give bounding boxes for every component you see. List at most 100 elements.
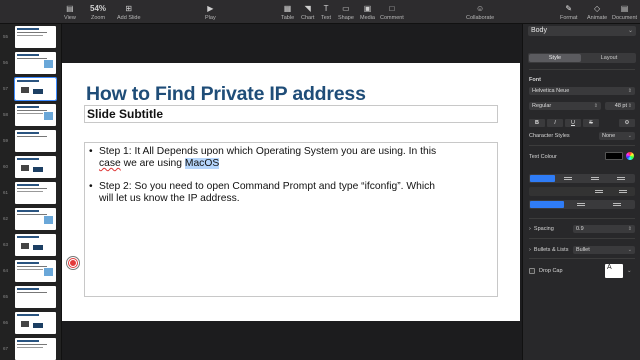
inspector-tabs: Style Layout xyxy=(528,53,636,63)
slide-thumbnail-row[interactable]: 58 xyxy=(0,104,61,126)
slide-thumbnail-row[interactable]: 64 xyxy=(0,260,61,282)
format-button[interactable]: ✎ Format xyxy=(560,3,577,21)
align-top-button[interactable] xyxy=(530,201,564,208)
slide-thumbnail-row[interactable]: 59 xyxy=(0,130,61,152)
slide-thumbnail-row[interactable]: 60 xyxy=(0,156,61,178)
char-styles-select[interactable]: None ⌄ xyxy=(599,132,635,140)
document-button[interactable]: ▤ Document xyxy=(612,3,637,21)
slide-thumbnail-row[interactable]: 57 xyxy=(0,77,61,101)
slide-thumbnail-row[interactable]: 55 xyxy=(0,26,61,48)
view-button[interactable]: ▤ View xyxy=(64,3,76,21)
thumbnail-content xyxy=(17,184,39,186)
underline-button[interactable]: U xyxy=(565,119,581,127)
zoom-value: 54% xyxy=(90,4,107,13)
slide-thumbnail[interactable] xyxy=(15,182,56,204)
text-colour-well[interactable] xyxy=(605,152,623,160)
thumbnail-content xyxy=(33,245,43,250)
tab-style[interactable]: Style xyxy=(529,54,581,62)
paragraph-style-select[interactable]: Body ⌄ xyxy=(528,26,636,36)
keynote-window: ▤ View 54% Zoom ⊞ Add Slide ▶ Play ▦ Tab… xyxy=(0,0,640,360)
slide-thumbnail[interactable] xyxy=(15,234,56,256)
add-slide-button[interactable]: ⊞ Add Slide xyxy=(117,3,141,21)
spacing-select[interactable]: 0.9 ⇕ xyxy=(573,225,635,233)
zoom-control[interactable]: 54% Zoom xyxy=(90,3,106,21)
slide-thumbnail-row[interactable]: 63 xyxy=(0,234,61,256)
bullets-select[interactable]: Bullet ⌄ xyxy=(573,246,635,254)
slide-thumbnail[interactable] xyxy=(15,338,56,360)
font-weight-select[interactable]: Regular ⇕ xyxy=(529,102,601,110)
bold-button[interactable]: B xyxy=(529,119,545,127)
comment-button[interactable]: □ Comment xyxy=(380,3,404,21)
align-right-icon[interactable] xyxy=(591,177,599,180)
body-text-box[interactable]: • Step 1: It All Depends upon which Oper… xyxy=(84,142,498,297)
collaborate-button[interactable]: ☺ Collaborate xyxy=(466,3,494,21)
slide[interactable]: How to Find Private IP address Slide Sub… xyxy=(62,63,520,321)
thumbnail-content xyxy=(44,112,53,120)
slide-thumbnail-row[interactable]: 56 xyxy=(0,52,61,74)
bullets-section[interactable]: › Bullets & Lists xyxy=(529,247,568,253)
media-button[interactable]: ▣ Media xyxy=(360,3,375,21)
slide-thumbnail-row[interactable]: 67 xyxy=(0,338,61,360)
align-bottom-icon[interactable] xyxy=(613,203,621,206)
align-middle-icon[interactable] xyxy=(577,203,585,206)
font-family-select[interactable]: Helvetica Neue ⇕ xyxy=(529,87,635,95)
drop-cap-style-well[interactable]: A xyxy=(605,264,623,278)
record-button[interactable] xyxy=(66,256,80,270)
play-button[interactable]: ▶ Play xyxy=(205,3,216,21)
selected-text[interactable]: MacOS xyxy=(184,158,220,169)
drop-cap-checkbox[interactable] xyxy=(529,268,535,274)
shape-button[interactable]: ▭ Shape xyxy=(338,3,354,21)
divider xyxy=(529,258,635,259)
slide-thumbnail[interactable] xyxy=(15,52,56,74)
align-left-button[interactable] xyxy=(530,175,555,182)
thumbnail-content xyxy=(17,347,43,348)
colour-wheel-icon[interactable] xyxy=(626,152,634,160)
slide-thumbnail[interactable] xyxy=(15,208,56,230)
format-inspector: Body ⌄ Style Layout Font Helvetica Neue … xyxy=(522,24,640,360)
align-center-icon[interactable] xyxy=(564,177,572,180)
slide-thumbnail-row[interactable]: 61 xyxy=(0,182,61,204)
slide-thumbnail[interactable] xyxy=(14,77,57,101)
text-button[interactable]: T Text xyxy=(321,3,331,21)
slide-number: 55 xyxy=(3,34,9,39)
decrease-indent-icon[interactable] xyxy=(595,190,603,193)
slide-thumbnail[interactable] xyxy=(15,104,56,126)
slide-thumbnail[interactable] xyxy=(15,286,56,308)
vertical-alignment-control[interactable] xyxy=(529,200,635,209)
increase-indent-icon[interactable] xyxy=(619,190,627,193)
slide-thumbnail-row[interactable]: 66 xyxy=(0,312,61,334)
thumbnail-content xyxy=(17,35,43,36)
slide-thumbnail-row[interactable]: 65 xyxy=(0,286,61,308)
slide-thumbnail[interactable] xyxy=(15,312,56,334)
justify-icon[interactable] xyxy=(617,177,625,180)
slide-navigator[interactable]: 55 56 57 58 59 60 61 62 63 64 65 66 67 xyxy=(0,24,62,360)
slide-thumbnail[interactable] xyxy=(15,130,56,152)
chevron-down-icon[interactable]: ⌄ xyxy=(627,268,632,274)
bullet-marker: • xyxy=(89,181,93,192)
slide-title[interactable]: How to Find Private IP address xyxy=(86,83,366,106)
indent-control[interactable] xyxy=(529,187,635,196)
strikethrough-button[interactable]: S xyxy=(583,119,599,127)
animate-button[interactable]: ◇ Animate xyxy=(587,3,607,21)
tab-layout[interactable]: Layout xyxy=(583,54,635,62)
slide-thumbnail-row[interactable]: 62 xyxy=(0,208,61,230)
spacing-section[interactable]: › Spacing xyxy=(529,226,554,232)
thumbnail-content xyxy=(17,58,47,59)
thumbnail-content xyxy=(17,191,43,192)
subtitle-text-box[interactable]: Slide Subtitle xyxy=(84,105,498,123)
chart-button[interactable]: ◥ Chart xyxy=(301,3,314,21)
gear-icon: ⚙ xyxy=(624,120,630,126)
italic-button[interactable]: I xyxy=(547,119,563,127)
slide-thumbnail[interactable] xyxy=(15,26,56,48)
toolbar: ▤ View 54% Zoom ⊞ Add Slide ▶ Play ▦ Tab… xyxy=(0,0,640,24)
thumbnail-content xyxy=(17,158,39,160)
alignment-control[interactable] xyxy=(529,174,635,183)
slide-thumbnail[interactable] xyxy=(15,156,56,178)
shape-icon: ▭ xyxy=(342,4,350,13)
text-options-button[interactable]: ⚙ xyxy=(619,119,635,127)
record-icon xyxy=(69,259,77,267)
thumbnail-content xyxy=(21,165,29,171)
slide-thumbnail[interactable] xyxy=(15,260,56,282)
table-button[interactable]: ▦ Table xyxy=(281,3,294,21)
font-size-stepper[interactable]: 48 pt ⇕ xyxy=(605,102,635,110)
